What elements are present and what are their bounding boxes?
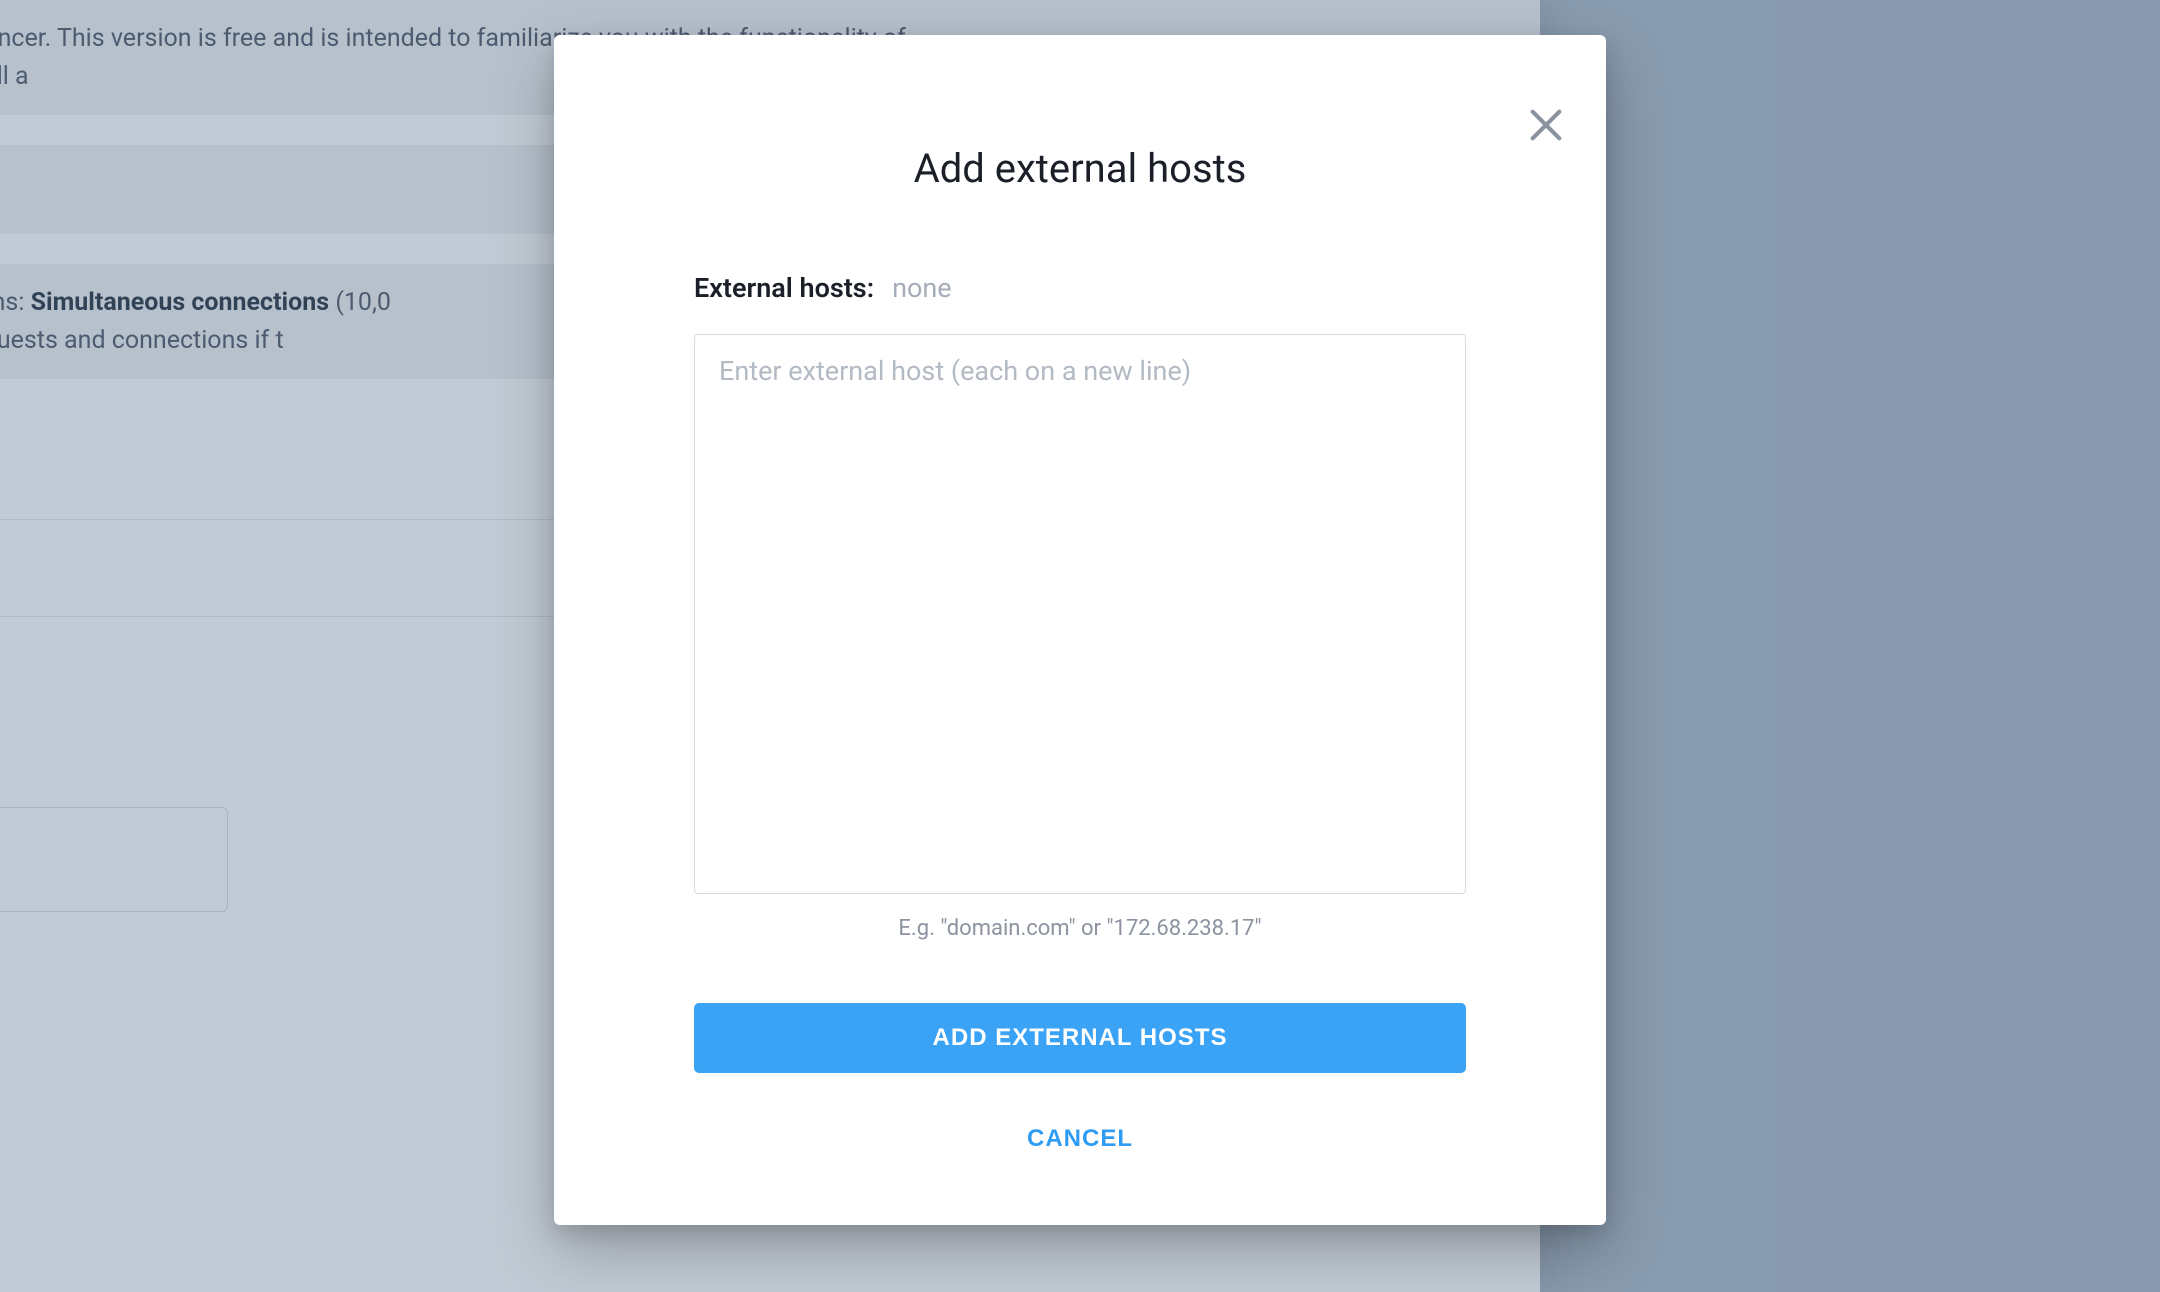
add-external-hosts-modal: Add external hosts External hosts: none … — [554, 35, 1606, 1225]
modal-overlay: Add external hosts External hosts: none … — [0, 0, 2160, 1292]
external-hosts-input[interactable] — [694, 334, 1466, 894]
external-hosts-field: External hosts: none — [694, 272, 1466, 304]
close-button[interactable] — [1526, 105, 1566, 145]
cancel-button[interactable]: CANCEL — [694, 1113, 1466, 1165]
add-external-hosts-button[interactable]: ADD EXTERNAL HOSTS — [694, 1003, 1466, 1073]
modal-title: Add external hosts — [694, 145, 1466, 192]
helper-text: E.g. "domain.com" or "172.68.238.17" — [694, 916, 1466, 941]
external-hosts-label: External hosts: — [694, 272, 874, 304]
close-icon — [1526, 105, 1566, 145]
external-hosts-value: none — [892, 272, 952, 304]
